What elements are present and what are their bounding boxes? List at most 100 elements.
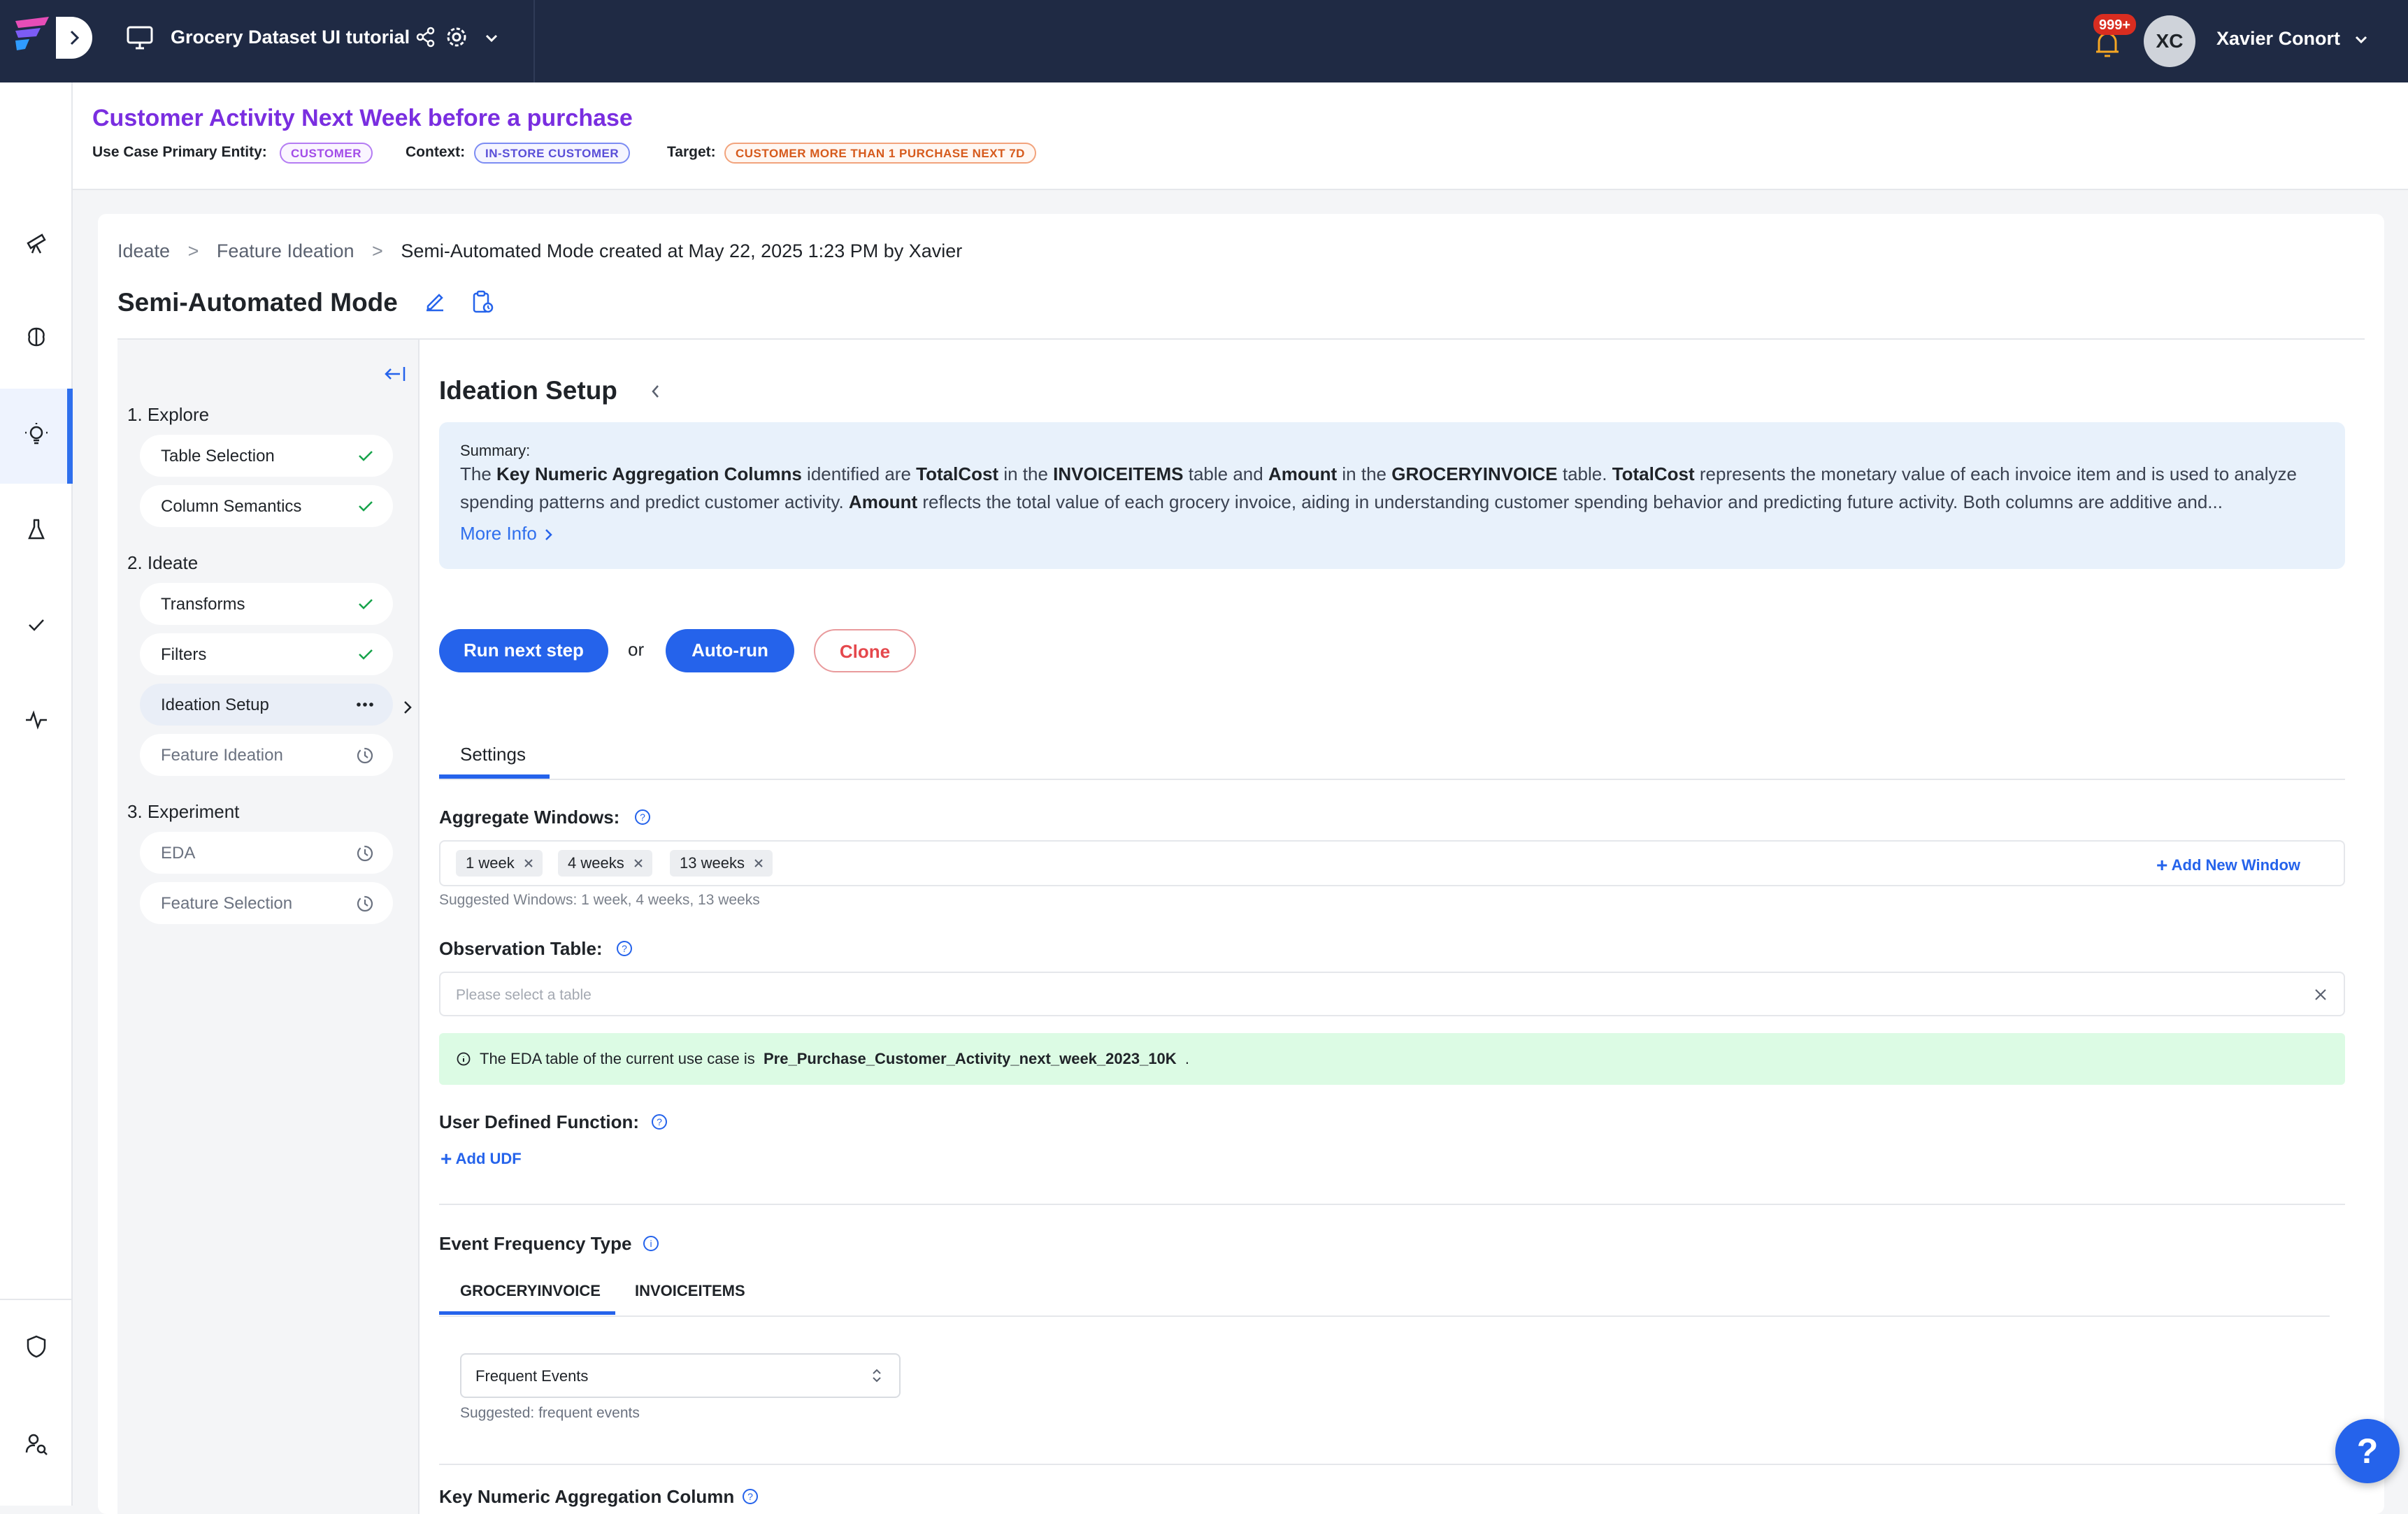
aggregate-windows-label: Aggregate Windows: <box>439 807 620 828</box>
target-label: Target: <box>667 144 716 160</box>
chevron-right-icon <box>401 699 414 716</box>
lightbulb-icon[interactable] <box>18 417 55 453</box>
observation-table-label: Observation Table: <box>439 938 603 959</box>
entity-label: Use Case Primary Entity: <box>92 144 267 160</box>
telescope-icon[interactable] <box>18 224 55 260</box>
use-case-title[interactable]: Customer Activity Next Week before a pur… <box>92 105 633 132</box>
flask-icon[interactable] <box>18 512 55 548</box>
more-info-link[interactable]: More Info <box>460 523 554 545</box>
step-label: Table Selection <box>161 447 275 466</box>
window-chip[interactable]: 4 weeks <box>558 850 652 877</box>
svg-text:?: ? <box>747 1491 753 1502</box>
checkmark-icon[interactable] <box>18 607 55 643</box>
window-chip[interactable]: 1 week <box>456 850 543 877</box>
auto-run-button[interactable]: Auto-run <box>666 629 794 672</box>
user-name[interactable]: Xavier Conort <box>2216 28 2340 50</box>
step-column-semantics[interactable]: Column Semantics <box>140 485 393 527</box>
summary-label: Summary: <box>460 442 531 459</box>
help-icon[interactable]: ? <box>615 939 633 958</box>
brain-icon[interactable] <box>18 319 55 355</box>
step-filters[interactable]: Filters <box>140 633 393 675</box>
project-title[interactable]: Grocery Dataset UI tutorial <box>171 27 410 48</box>
plus-icon: + <box>440 1148 452 1169</box>
avatar[interactable]: XC <box>2144 15 2195 67</box>
breadcrumb-separator: > <box>372 240 383 261</box>
check-icon <box>357 447 375 465</box>
more-dots-icon <box>355 695 375 714</box>
user-search-icon[interactable] <box>18 1426 55 1462</box>
check-icon <box>357 645 375 663</box>
window-chip[interactable]: 13 weeks <box>670 850 773 877</box>
page-title: Semi-Automated Mode <box>117 288 398 317</box>
chevron-left-icon[interactable] <box>649 383 663 400</box>
entity-tag: CUSTOMER <box>280 143 373 164</box>
gear-icon[interactable] <box>445 25 468 49</box>
add-new-window-button[interactable]: + Add New Window <box>2156 854 2300 877</box>
settings-tabs <box>439 731 2345 780</box>
step-label: Feature Selection <box>161 894 293 913</box>
summary-text: The Key Numeric Aggregation Columns iden… <box>460 463 2298 512</box>
pending-clock-icon <box>355 746 375 765</box>
section-title: Ideation Setup <box>439 376 617 405</box>
tab-invoiceitems[interactable]: INVOICEITEMS <box>635 1282 745 1300</box>
key-numeric-label: Key Numeric Aggregation Column <box>439 1486 735 1507</box>
rail-active-indicator <box>67 389 73 484</box>
step-label: EDA <box>161 844 196 863</box>
section-ideate: 2. Ideate <box>127 552 199 573</box>
target-tag: CUSTOMER MORE THAN 1 PURCHASE NEXT 7D <box>724 143 1036 164</box>
chip-label: 1 week <box>466 854 515 872</box>
remove-chip-icon[interactable] <box>631 856 645 870</box>
clone-button[interactable]: Clone <box>814 629 916 672</box>
monitor-icon <box>126 25 158 53</box>
breadcrumb-feature-ideation[interactable]: Feature Ideation <box>217 240 354 261</box>
remove-chip-icon[interactable] <box>752 856 766 870</box>
help-icon[interactable]: ? <box>741 1487 759 1506</box>
remove-chip-icon[interactable] <box>522 856 536 870</box>
pending-clock-icon <box>355 844 375 863</box>
help-icon[interactable]: ? <box>633 808 652 826</box>
step-transforms[interactable]: Transforms <box>140 583 393 625</box>
rail-divider <box>0 1299 73 1300</box>
active-tab-underline <box>439 1311 615 1315</box>
eda-info-text: The EDA table of the current use case is… <box>480 1050 1190 1067</box>
chevron-right-icon <box>542 527 554 542</box>
help-icon[interactable]: ? <box>650 1113 668 1131</box>
suggested-windows-text: Suggested Windows: 1 week, 4 weeks, 13 w… <box>439 892 760 908</box>
app-logo[interactable] <box>11 14 62 64</box>
clear-icon[interactable] <box>2312 986 2330 1004</box>
help-icon[interactable]: i <box>642 1234 660 1253</box>
step-feature-selection[interactable]: Feature Selection <box>140 882 393 924</box>
chip-label: 13 weeks <box>680 854 745 872</box>
edit-icon[interactable] <box>422 289 447 315</box>
or-text: or <box>628 639 645 660</box>
clipboard-clock-icon[interactable] <box>470 289 495 315</box>
breadcrumb-ideate[interactable]: Ideate <box>117 240 170 261</box>
step-table-selection[interactable]: Table Selection <box>140 435 393 477</box>
observation-table-select[interactable] <box>439 972 2345 1016</box>
notification-count-badge: 999+ <box>2093 14 2137 35</box>
info-icon <box>456 1051 471 1067</box>
add-window-label: Add New Window <box>2171 856 2300 874</box>
step-eda[interactable]: EDA <box>140 832 393 874</box>
shield-icon[interactable] <box>18 1328 55 1364</box>
breadcrumb-current: Semi-Automated Mode created at May 22, 2… <box>401 240 963 261</box>
add-udf-label: Add UDF <box>455 1150 522 1167</box>
breadcrumb-separator: > <box>187 240 199 261</box>
tab-groceryinvoice[interactable]: GROCERYINVOICE <box>460 1282 601 1300</box>
event-frequency-value: Frequent Events <box>475 1367 589 1385</box>
step-label: Feature Ideation <box>161 746 283 765</box>
activity-icon[interactable] <box>18 702 55 738</box>
user-menu-chevron-icon[interactable] <box>2352 31 2370 49</box>
tab-settings[interactable]: Settings <box>460 744 526 765</box>
check-icon <box>357 497 375 515</box>
section-explore: 1. Explore <box>127 404 210 425</box>
add-udf-button[interactable]: + Add UDF <box>440 1148 522 1170</box>
step-feature-ideation[interactable]: Feature Ideation <box>140 734 393 776</box>
step-ideation-setup[interactable]: Ideation Setup <box>140 684 393 726</box>
collapse-sidebar-icon[interactable] <box>383 363 407 384</box>
more-info-label: More Info <box>460 523 537 544</box>
help-button[interactable]: ? <box>2335 1419 2400 1483</box>
run-next-step-button[interactable]: Run next step <box>439 629 608 672</box>
share-icon[interactable] <box>415 27 436 48</box>
chevron-down-icon[interactable] <box>482 29 501 48</box>
